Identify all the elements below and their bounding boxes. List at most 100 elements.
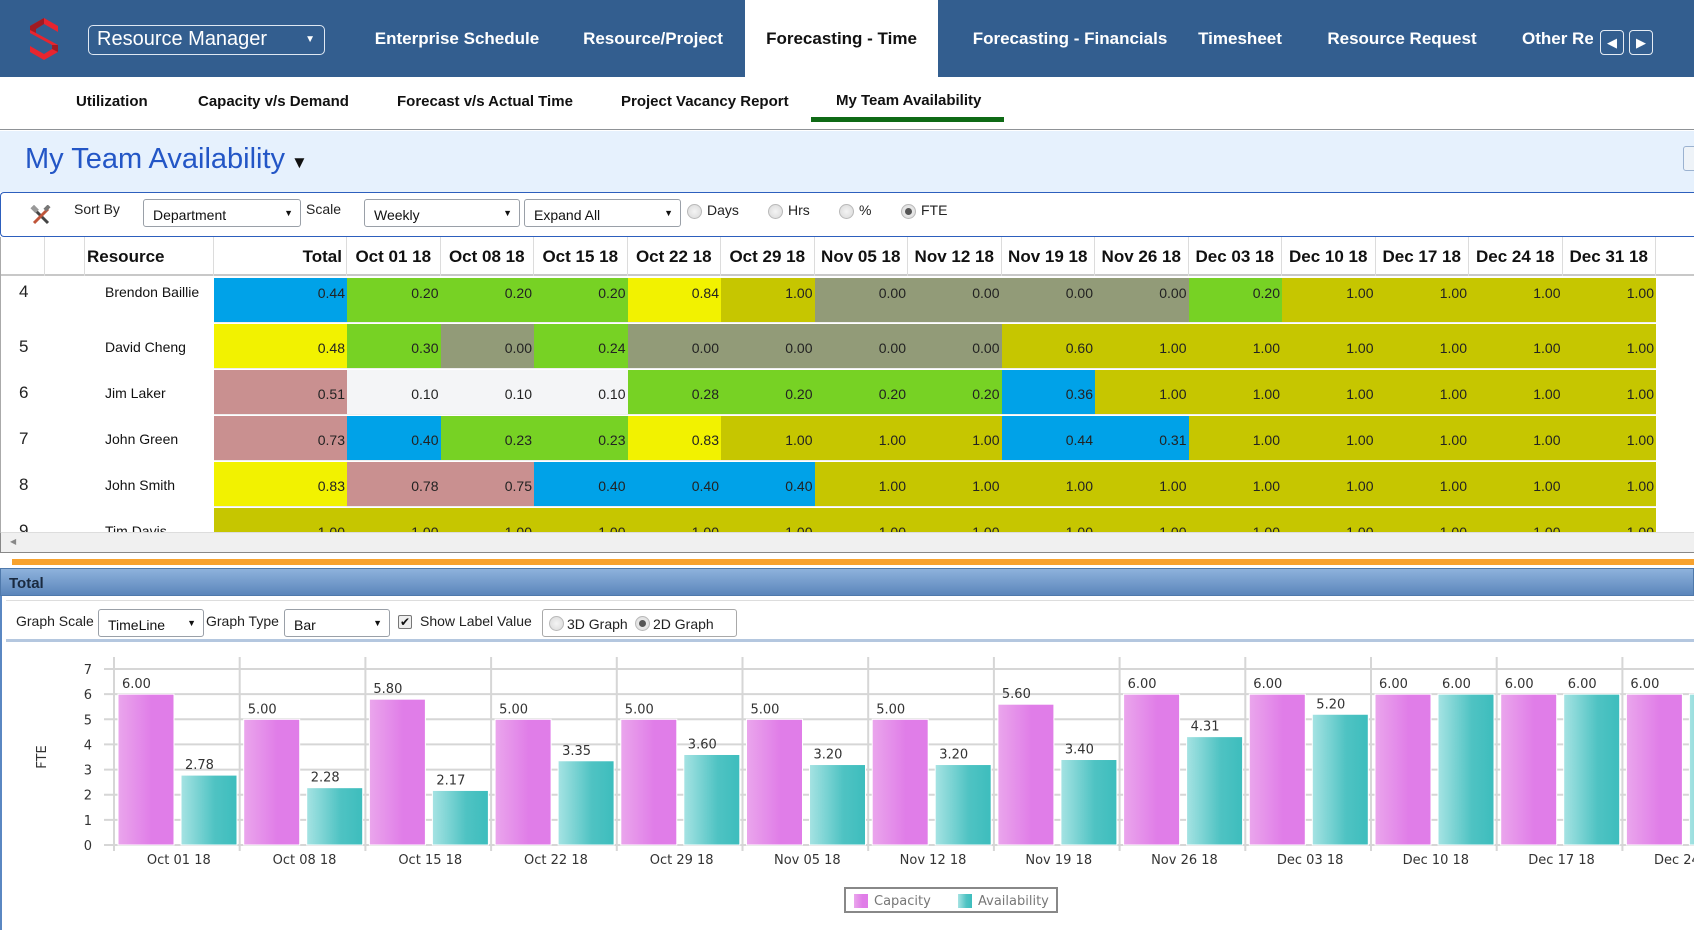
availability-cell[interactable]: 0.00	[440, 324, 534, 369]
availability-cell[interactable]: 0.31	[1095, 416, 1189, 461]
availability-cell[interactable]: 1.00	[1562, 278, 1656, 323]
availability-bar[interactable]	[557, 760, 615, 846]
date-column-header[interactable]: Nov 26 18	[1095, 237, 1189, 276]
availability-cell[interactable]: 1.00	[721, 278, 815, 323]
availability-cell[interactable]: 0.20	[908, 370, 1002, 415]
availability-cell[interactable]: 1.00	[1469, 370, 1563, 415]
availability-cell[interactable]: 1.00	[1095, 462, 1189, 507]
availability-cell[interactable]: 1.00	[1469, 278, 1563, 323]
availability-bar[interactable]	[683, 753, 741, 846]
availability-cell[interactable]: 1.00	[1469, 324, 1563, 369]
date-column-header[interactable]: Nov 12 18	[908, 237, 1002, 276]
availability-bar[interactable]	[431, 789, 489, 846]
nav-scroll-left-button[interactable]: ◀	[1600, 30, 1624, 55]
availability-cell[interactable]: 0.83	[627, 416, 721, 461]
date-column-header[interactable]: Oct 01 18	[347, 237, 441, 276]
availability-cell[interactable]: 0.00	[814, 324, 908, 369]
availability-bar[interactable]	[180, 774, 238, 846]
capacity-bar[interactable]	[1374, 693, 1432, 846]
date-column-header[interactable]: Dec 03 18	[1189, 237, 1282, 276]
availability-cell[interactable]: 1.00	[1282, 278, 1376, 323]
availability-cell[interactable]: 1.00	[1001, 462, 1095, 507]
availability-cell[interactable]: 0.40	[347, 416, 441, 461]
capacity-bar[interactable]	[368, 698, 426, 846]
availability-cell[interactable]: 0.00	[814, 278, 908, 323]
availability-cell[interactable]: 1.00	[1188, 416, 1282, 461]
expand-select[interactable]: Expand All ▼	[524, 199, 681, 227]
availability-cell[interactable]: 1.00	[1469, 462, 1563, 507]
availability-cell[interactable]: 0.44	[1001, 416, 1095, 461]
availability-cell[interactable]: 1.00	[908, 462, 1002, 507]
title-dropdown-icon[interactable]: ▼	[291, 153, 308, 173]
date-column-header[interactable]: Oct 15 18	[534, 237, 628, 276]
tab-other-reports[interactable]: Other Reports	[1522, 0, 1593, 77]
unit-fte-radio[interactable]	[901, 204, 916, 219]
table-row[interactable]: 7 John Green 0.73 0.40 0.23 0.23 0.83 1.00 1.00 1…	[1, 416, 1694, 462]
grid-horizontal-scrollbar[interactable]: ◀	[0, 532, 1694, 553]
availability-cell[interactable]: 0.00	[908, 324, 1002, 369]
total-header[interactable]: Total	[214, 237, 347, 276]
availability-cell[interactable]: 0.40	[721, 462, 815, 507]
availability-cell[interactable]: 1.00	[1282, 462, 1376, 507]
total-cell[interactable]: 0.44	[214, 278, 347, 323]
availability-cell[interactable]: 1.00	[1562, 462, 1656, 507]
total-cell[interactable]: 0.51	[214, 370, 347, 415]
capacity-bar[interactable]	[117, 693, 175, 846]
availability-bar[interactable]	[1437, 693, 1495, 846]
availability-cell[interactable]: 0.84	[627, 278, 721, 323]
availability-bar[interactable]	[1060, 759, 1118, 846]
subtab-utilization[interactable]: Utilization	[76, 93, 148, 110]
availability-cell[interactable]: 0.36	[1001, 370, 1095, 415]
date-column-header[interactable]: Dec 31 18	[1563, 237, 1656, 276]
date-column-header[interactable]: Dec 24 18	[1469, 237, 1563, 276]
graph-scale-select[interactable]: TimeLine ▼	[98, 609, 204, 637]
graph-type-select[interactable]: Bar ▼	[284, 609, 390, 637]
availability-bar[interactable]	[1688, 693, 1694, 846]
subtab-forecast-vs-actual[interactable]: Forecast v/s Actual Time	[397, 93, 573, 110]
availability-cell[interactable]: 1.00	[1562, 416, 1656, 461]
availability-cell[interactable]: 1.00	[1282, 416, 1376, 461]
tab-enterprise-schedule[interactable]: Enterprise Schedule	[357, 0, 557, 77]
capacity-bar[interactable]	[1625, 693, 1683, 846]
availability-cell[interactable]: 0.30	[347, 324, 441, 369]
show-label-value-checkbox[interactable]: ✔	[398, 615, 412, 629]
tab-resource-project[interactable]: Resource/Project	[570, 0, 736, 77]
tab-timesheet[interactable]: Timesheet	[1190, 0, 1290, 77]
availability-cell[interactable]: 1.00	[814, 462, 908, 507]
availability-cell[interactable]: 0.20	[347, 278, 441, 323]
availability-cell[interactable]: 1.00	[721, 416, 815, 461]
availability-cell[interactable]: 1.00	[1188, 462, 1282, 507]
panel-splitter[interactable]	[12, 559, 1694, 565]
subtab-capacity-vs-demand[interactable]: Capacity v/s Demand	[198, 93, 349, 110]
availability-cell[interactable]: 1.00	[908, 416, 1002, 461]
tab-forecasting-financials[interactable]: Forecasting - Financials	[950, 0, 1190, 77]
availability-cell[interactable]: 1.00	[1562, 370, 1656, 415]
availability-cell[interactable]: 0.23	[440, 416, 534, 461]
app-module-select[interactable]: Resource Manager ▼	[88, 25, 325, 55]
availability-cell[interactable]: 0.20	[534, 278, 628, 323]
availability-cell[interactable]: 0.20	[814, 370, 908, 415]
availability-cell[interactable]: 0.00	[908, 278, 1002, 323]
availability-cell[interactable]: 1.00	[1188, 324, 1282, 369]
availability-cell[interactable]: 1.00	[1375, 416, 1469, 461]
unit-hrs-radio[interactable]	[768, 204, 783, 219]
resource-name[interactable]: David Cheng	[105, 339, 186, 355]
availability-cell[interactable]: 1.00	[814, 416, 908, 461]
availability-cell[interactable]: 0.20	[1188, 278, 1282, 323]
availability-cell[interactable]: 1.00	[1375, 462, 1469, 507]
capacity-bar[interactable]	[620, 718, 678, 846]
date-column-header[interactable]: Dec 17 18	[1376, 237, 1469, 276]
capacity-bar[interactable]	[746, 718, 803, 846]
availability-cell[interactable]: 0.00	[627, 324, 721, 369]
resource-name[interactable]: Jim Laker	[105, 385, 166, 401]
availability-cell[interactable]: 1.00	[1095, 370, 1189, 415]
availability-cell[interactable]: 0.00	[721, 324, 815, 369]
date-column-header[interactable]: Oct 29 18	[721, 237, 815, 276]
availability-cell[interactable]: 0.24	[534, 324, 628, 369]
unit-percent-radio[interactable]	[839, 204, 854, 219]
scale-select[interactable]: Weekly ▼	[364, 199, 520, 227]
resource-name[interactable]: Brendon Baillie	[105, 284, 199, 300]
date-column-header[interactable]: Dec 10 18	[1282, 237, 1376, 276]
availability-bar[interactable]	[1563, 693, 1621, 846]
date-column-header[interactable]: Nov 05 18	[815, 237, 908, 276]
